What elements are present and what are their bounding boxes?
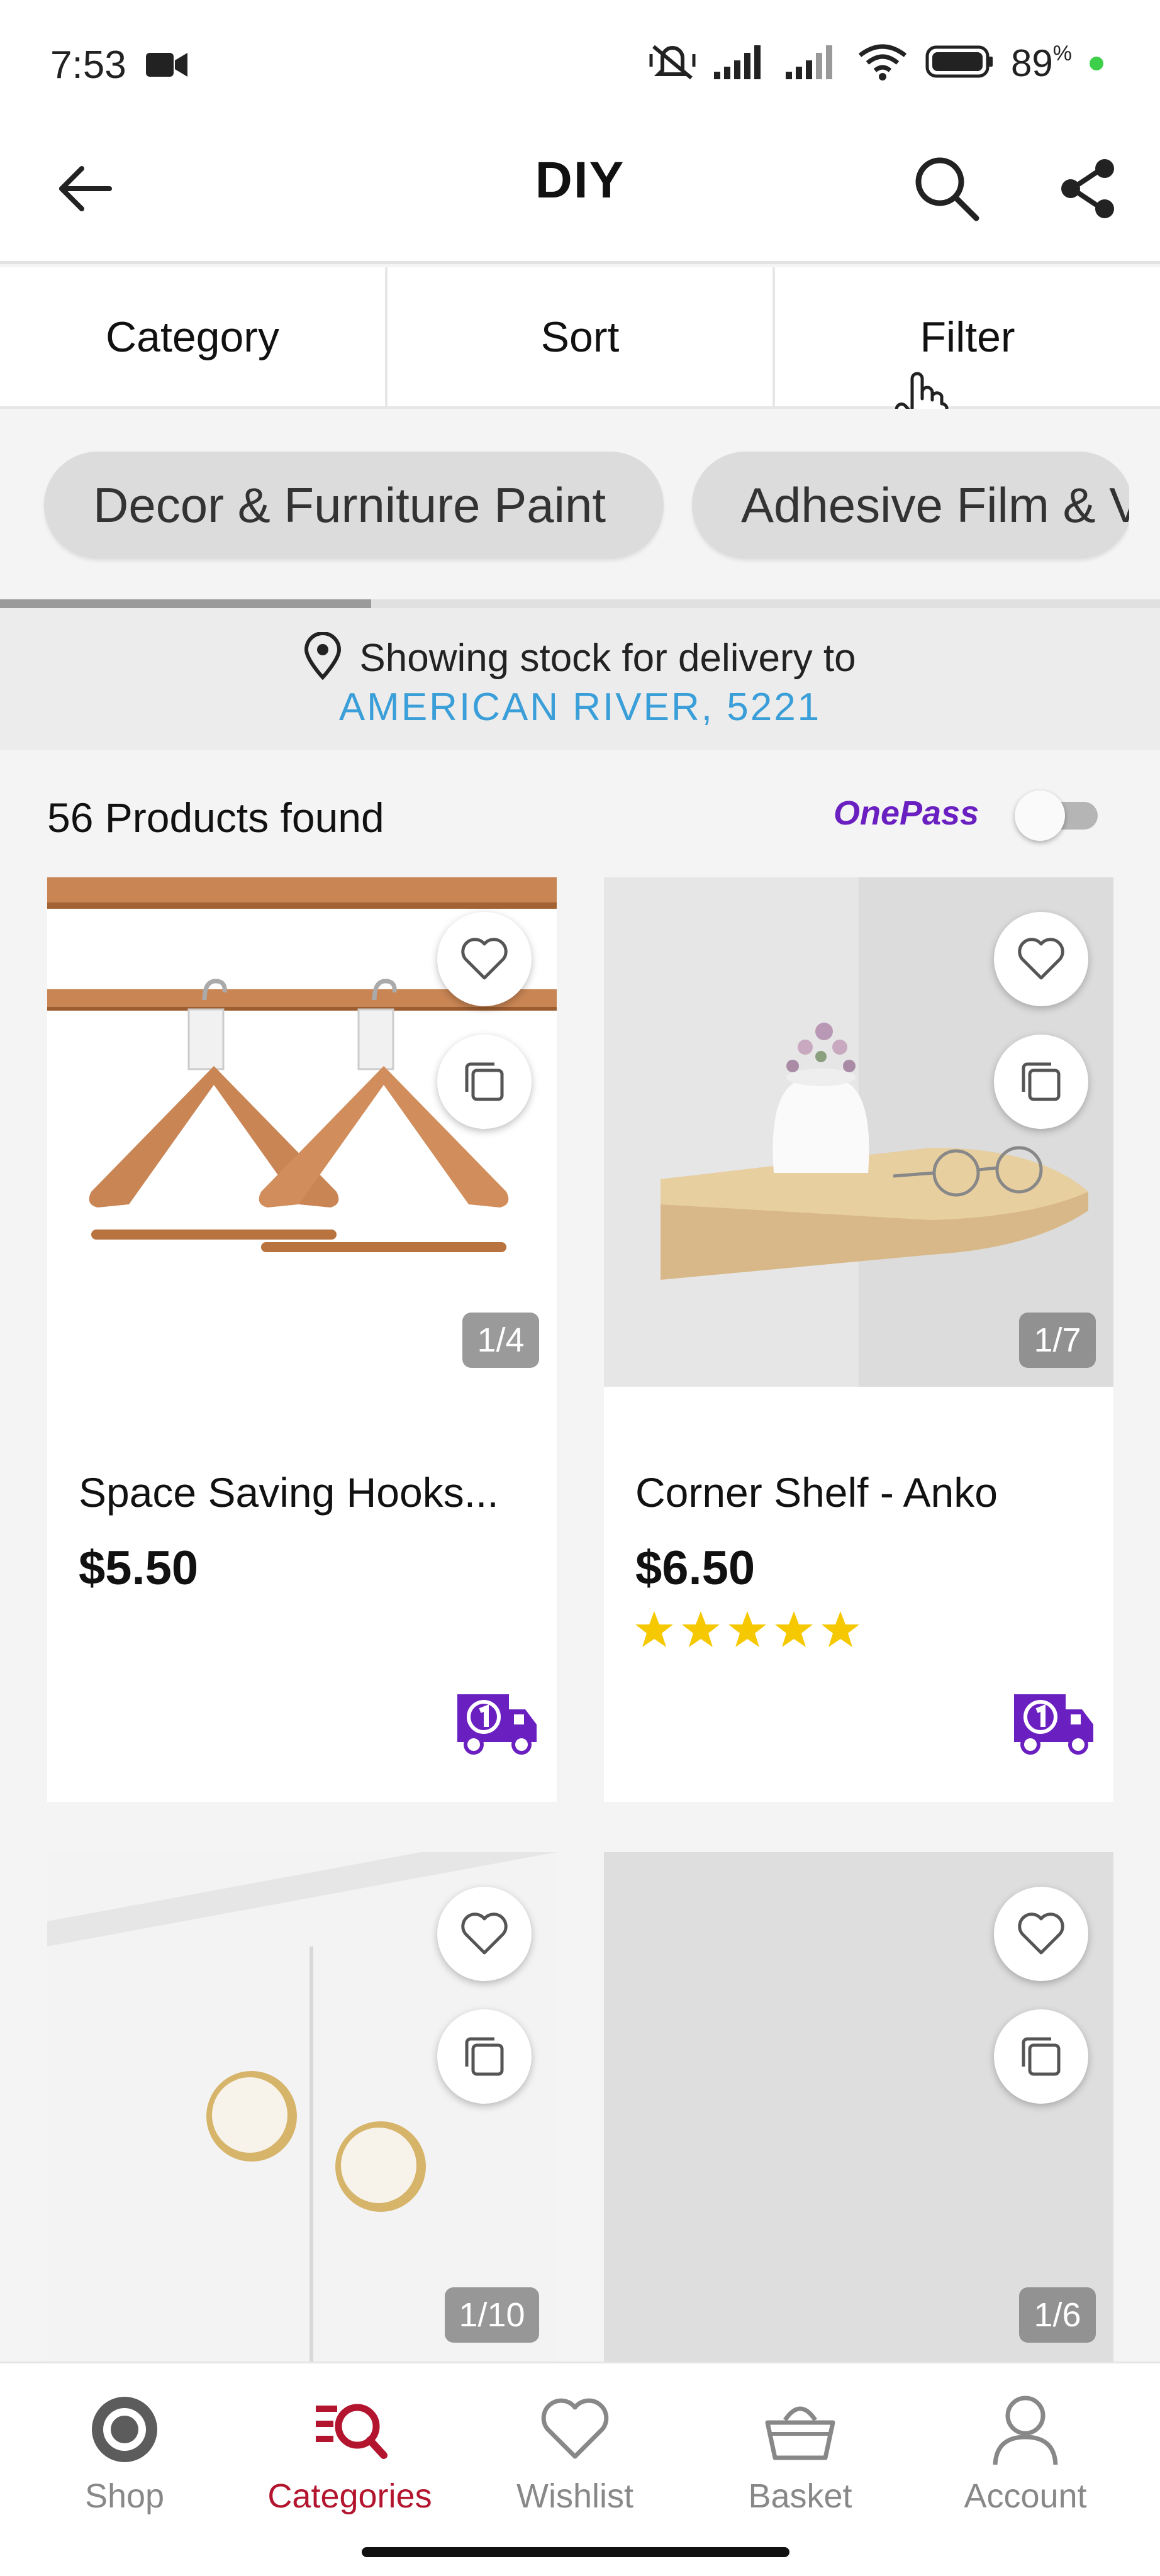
star-icon [775,1611,813,1647]
compare-button[interactable] [437,2009,532,2104]
sort-filter-bar: Category Sort Filter [0,267,1160,409]
heart-icon [1018,938,1064,980]
status-time: 7:53 [50,43,126,87]
toggle-knob [1015,791,1065,841]
battery-icon [925,45,993,81]
wishlist-button[interactable] [994,912,1088,1006]
nav-account[interactable]: Account [931,2389,1120,2516]
categories-icon [316,2404,388,2459]
signal-icon-1 [714,44,768,82]
bottom-navigation: Shop Categories Wishlist Basket Account [0,2362,1160,2576]
wishlist-button[interactable] [994,1887,1088,1981]
nav-wishlist[interactable]: Wishlist [481,2389,669,2516]
basket-icon [765,2406,835,2460]
nav-shop-label: Shop [84,2477,165,2515]
screen: 7:53 89% DIY Category Sort Filter Decor … [0,0,1160,2576]
home-indicator[interactable] [362,2547,789,2557]
image-pager: 1/4 [462,1313,539,1368]
product-name[interactable]: Space Saving Hooks... [79,1468,499,1516]
product-image[interactable]: 1/6 [604,1852,1113,2362]
product-card[interactable]: 1/10 [47,1852,557,2368]
image-pager: 1/7 [1019,1313,1096,1368]
compare-button[interactable] [994,2009,1088,2104]
delivery-location-text: Showing stock for delivery to [0,631,1160,689]
heart-icon [1018,1913,1064,1955]
star-icon [822,1611,859,1647]
nav-basket[interactable]: Basket [706,2389,895,2516]
battery-value: 89 [1011,42,1053,84]
onepass-delivery-icon [456,1692,538,1758]
copy-compare-icon [1022,1062,1061,1101]
wishlist-icon [541,2398,609,2459]
nav-account-label: Account [964,2477,1087,2515]
search-icon [915,157,979,221]
filter-button[interactable]: Filter [772,267,1160,406]
account-icon [993,2396,1058,2465]
mute-vibrate-icon [649,42,696,85]
category-button[interactable]: Category [0,267,385,406]
onepass-toggle[interactable] [1010,788,1104,841]
share-button[interactable] [1047,148,1129,230]
chip-adhesive-film[interactable]: Adhesive Film & V [692,452,1132,558]
delivery-location-link[interactable]: AMERICAN RIVER, 5221 [0,685,1160,730]
status-icons: 89% [649,42,1103,85]
wifi-icon [857,43,908,84]
share-icon [1061,159,1114,218]
rating-stars [634,1610,861,1649]
delivery-location-banner: Showing stock for delivery to AMERICAN R… [0,608,1160,750]
product-image[interactable]: 1/7 [604,877,1113,1387]
product-count: 56 Products found [47,794,384,841]
nav-categories-label: Categories [267,2477,432,2515]
nav-categories[interactable]: Categories [255,2389,444,2516]
heart-icon [461,938,508,980]
app-header: DIY [0,119,1160,264]
image-pager: 1/10 [445,2287,539,2343]
product-image[interactable]: 1/4 [47,877,557,1387]
nav-shop[interactable]: Shop [30,2389,219,2516]
product-card[interactable]: 1/7 Corner Shelf - Anko $6.50 [604,877,1113,1802]
chip-fade-edge [1129,409,1160,597]
subcategory-chips: Decor & Furniture Paint Adhesive Film & … [0,409,1160,607]
shop-icon [92,2397,157,2462]
compare-button[interactable] [437,1035,532,1129]
onepass-logo: OnePass [834,794,979,832]
heart-icon [461,1913,508,1955]
chip-decor-furniture-paint[interactable]: Decor & Furniture Paint [44,452,664,558]
wishlist-button[interactable] [437,1887,532,1981]
chip-scroll-thumb [0,599,371,608]
signal-icon-2 [786,44,840,82]
image-pager: 1/6 [1019,2287,1096,2343]
sort-button[interactable]: Sort [385,267,772,406]
status-bar: 7:53 89% [0,0,1160,119]
battery-level: 89% [1011,42,1072,85]
onepass-delivery-icon [1013,1692,1095,1758]
product-card[interactable]: 1/6 [604,1852,1113,2368]
privacy-indicator-dot [1090,56,1103,70]
wishlist-button[interactable] [437,912,532,1006]
battery-unit: % [1052,42,1072,65]
copy-compare-icon [465,1062,504,1101]
nav-basket-label: Basket [748,2477,852,2515]
star-icon [682,1611,720,1647]
copy-compare-icon [465,2037,504,2076]
delivery-prefix: Showing stock for delivery to [359,636,856,680]
chip-scroll-indicator [0,599,1160,608]
location-pin-icon [304,631,342,689]
nav-wishlist-label: Wishlist [516,2477,633,2515]
search-button[interactable] [906,148,988,230]
product-price: $6.50 [635,1541,756,1595]
video-camera-icon [146,50,187,82]
product-name[interactable]: Corner Shelf - Anko [635,1468,998,1516]
star-icon [635,1611,673,1647]
product-image[interactable]: 1/10 [47,1852,557,2362]
compare-button[interactable] [994,1035,1088,1129]
product-card[interactable]: 1/4 Space Saving Hooks... $5.50 [47,877,557,1802]
copy-compare-icon [1022,2037,1061,2076]
product-price: $5.50 [79,1541,199,1595]
star-icon [728,1611,766,1647]
